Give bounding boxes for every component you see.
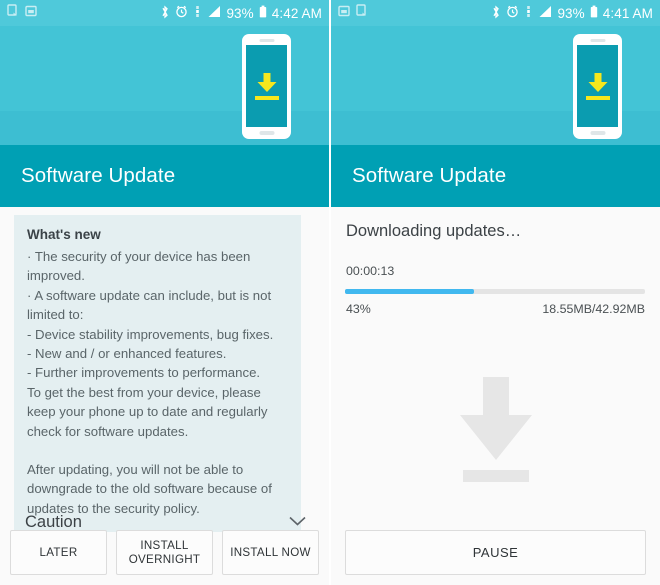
left-status-notifications: [7, 4, 37, 22]
download-elapsed-time: 00:00:13: [346, 264, 395, 278]
battery-full-icon: [590, 5, 598, 21]
page-title: Software Update: [21, 164, 176, 187]
phone-download-arrow: [254, 72, 279, 100]
bluetooth-icon: [491, 5, 501, 22]
download-notification-icon: [356, 4, 368, 22]
left-status-system: 93% 4:42 AM: [160, 5, 322, 22]
bluetooth-icon: [160, 5, 170, 22]
pause-button-row: PAUSE: [331, 530, 660, 575]
screenshot-notification-icon: [25, 4, 37, 22]
download-percent-label: 43%: [346, 302, 371, 316]
download-arrow-glyph: [257, 72, 276, 92]
phone-home-button: [259, 131, 274, 135]
signal-bars-icon: [207, 5, 221, 21]
phone-download-icon: [242, 34, 291, 139]
whats-new-line: To get the best from your device, please…: [27, 384, 268, 439]
download-notification-icon: [7, 4, 19, 22]
alarm-icon: [175, 5, 188, 21]
right-content: Downloading updates… 00:00:13 43% 18.55M…: [331, 207, 660, 585]
alarm-icon: [506, 5, 519, 21]
whats-new-body: · The security of your device has been i…: [27, 247, 287, 518]
action-button-row: LATER INSTALL OVERNIGHT INSTALL NOW: [0, 530, 329, 575]
left-title-bar: Software Update: [0, 145, 329, 207]
later-button[interactable]: LATER: [10, 530, 107, 575]
battery-percent-label: 93%: [226, 5, 254, 21]
download-arrow-icon: [447, 377, 545, 492]
phone-download-baseline: [585, 95, 610, 100]
left-content: What's new · The security of your device…: [0, 207, 329, 585]
left-screen: 93% 4:42 AM Software Update What's new ·…: [0, 0, 329, 585]
phone-download-baseline: [254, 95, 279, 100]
left-hero-banner: [0, 26, 329, 145]
whats-new-heading: What's new: [27, 227, 101, 242]
download-progress-fill: [345, 289, 474, 294]
screenshot-notification-icon: [338, 4, 350, 22]
install-now-button[interactable]: INSTALL NOW: [222, 530, 319, 575]
whats-new-card: What's new · The security of your device…: [14, 215, 301, 533]
screenshot-pair: 93% 4:42 AM Software Update What's new ·…: [0, 0, 660, 585]
whats-new-line: · The security of your device has been i…: [27, 249, 251, 284]
left-status-bar: 93% 4:42 AM: [0, 0, 329, 26]
page-title: Software Update: [352, 164, 507, 187]
phone-speaker: [590, 39, 605, 42]
right-status-notifications: [338, 4, 368, 22]
download-size-label: 18.55MB/42.92MB: [542, 302, 645, 316]
pause-button[interactable]: PAUSE: [345, 530, 646, 575]
right-status-bar: 93% 4:41 AM: [331, 0, 660, 26]
right-hero-banner: [331, 26, 660, 145]
right-title-bar: Software Update: [331, 145, 660, 207]
right-status-system: 93% 4:41 AM: [491, 5, 653, 22]
nfc-icon: [524, 5, 533, 21]
phone-speaker: [259, 39, 274, 42]
right-screen: 93% 4:41 AM Software Update Downloading …: [331, 0, 660, 585]
phone-home-button: [590, 131, 605, 135]
signal-bars-icon: [538, 5, 552, 21]
phone-download-arrow: [585, 72, 610, 100]
phone-screen: [246, 45, 287, 127]
nfc-icon: [193, 5, 202, 21]
whats-new-line: - Device stability improvements, bug fix…: [27, 326, 274, 342]
status-clock: 4:42 AM: [271, 5, 322, 21]
download-status-label: Downloading updates…: [346, 222, 522, 240]
phone-download-icon: [573, 34, 622, 139]
install-overnight-button[interactable]: INSTALL OVERNIGHT: [116, 530, 213, 575]
download-progress-bar: [345, 289, 645, 294]
whats-new-line: · A software update can include, but is …: [27, 287, 272, 323]
whats-new-line: - New and / or enhanced features.: [27, 346, 227, 362]
battery-percent-label: 93%: [557, 5, 585, 21]
status-clock: 4:41 AM: [602, 5, 653, 21]
battery-full-icon: [259, 5, 267, 21]
whats-new-line: - Further improvements to performance.: [27, 365, 261, 381]
download-arrow-glyph: [588, 72, 607, 92]
chevron-down-icon[interactable]: [288, 514, 307, 532]
phone-screen: [577, 45, 618, 127]
